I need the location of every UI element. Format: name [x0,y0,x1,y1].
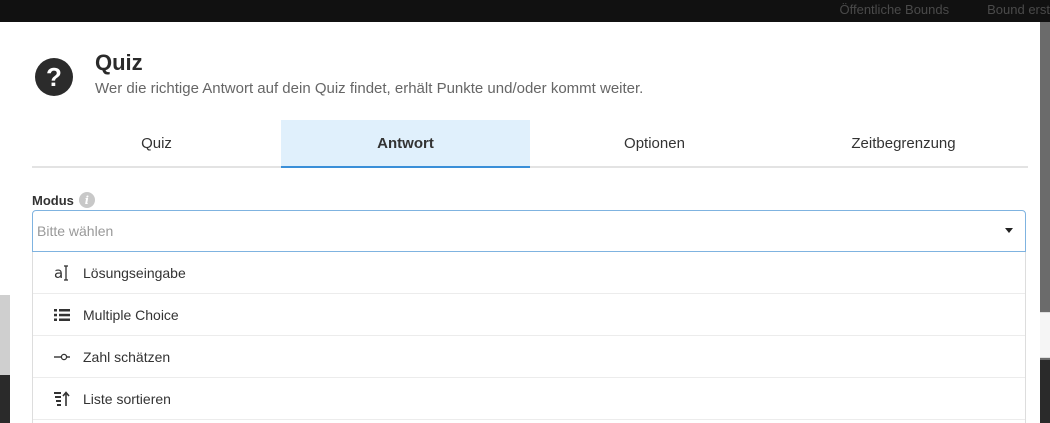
info-icon[interactable]: i [78,192,95,208]
mode-select-placeholder: Bitte wählen [37,223,114,239]
svg-text:a: a [54,264,63,282]
tab-antwort[interactable]: Antwort [281,120,530,168]
option-label: Zahl schätzen [83,348,171,365]
modal-title: Quiz [95,50,143,75]
sort-icon [51,390,73,407]
mode-options-list: a Lösungseingabe Multiple Choice Zahl sc… [32,252,1026,423]
caret-down-icon [1005,228,1013,233]
list-icon [51,308,73,322]
option-multiple-choice[interactable]: Multiple Choice [33,294,1025,336]
tab-bar: Quiz Antwort Optionen Zeitbegrenzung [32,120,1028,168]
option-label: Lösungseingabe [83,264,186,281]
mode-label-text: Modus [32,192,74,208]
text-cursor-icon: a [51,264,73,282]
option-label: Multiple Choice [83,306,179,323]
option-loesungseingabe[interactable]: a Lösungseingabe [33,252,1025,294]
tab-optionen[interactable]: Optionen [530,120,779,166]
option-zahl-schaetzen[interactable]: Zahl schätzen [33,336,1025,378]
top-nav: Öffentliche Bounds Bound erst [840,2,1050,20]
option-liste-sortieren[interactable]: Liste sortieren [33,378,1025,420]
mode-select[interactable]: Bitte wählen [32,210,1026,252]
option-label: Liste sortieren [83,390,171,407]
quiz-modal: ? Quiz Wer die richtige Antwort auf dein… [10,22,1040,423]
tab-zeitbegrenzung[interactable]: Zeitbegrenzung [779,120,1028,166]
modal-subtitle: Wer die richtige Antwort auf dein Quiz f… [95,80,644,97]
question-icon: ? [35,58,73,96]
nav-link-create-bound[interactable]: Bound erst [987,2,1050,20]
slider-icon [51,352,73,362]
nav-link-public-bounds[interactable]: Öffentliche Bounds [840,2,950,20]
tab-quiz[interactable]: Quiz [32,120,281,166]
mode-field-label: Modus i [32,192,95,208]
top-app-bar: Öffentliche Bounds Bound erst [0,0,1050,22]
modal-header: ? Quiz Wer die richtige Antwort auf dein… [35,50,1015,114]
